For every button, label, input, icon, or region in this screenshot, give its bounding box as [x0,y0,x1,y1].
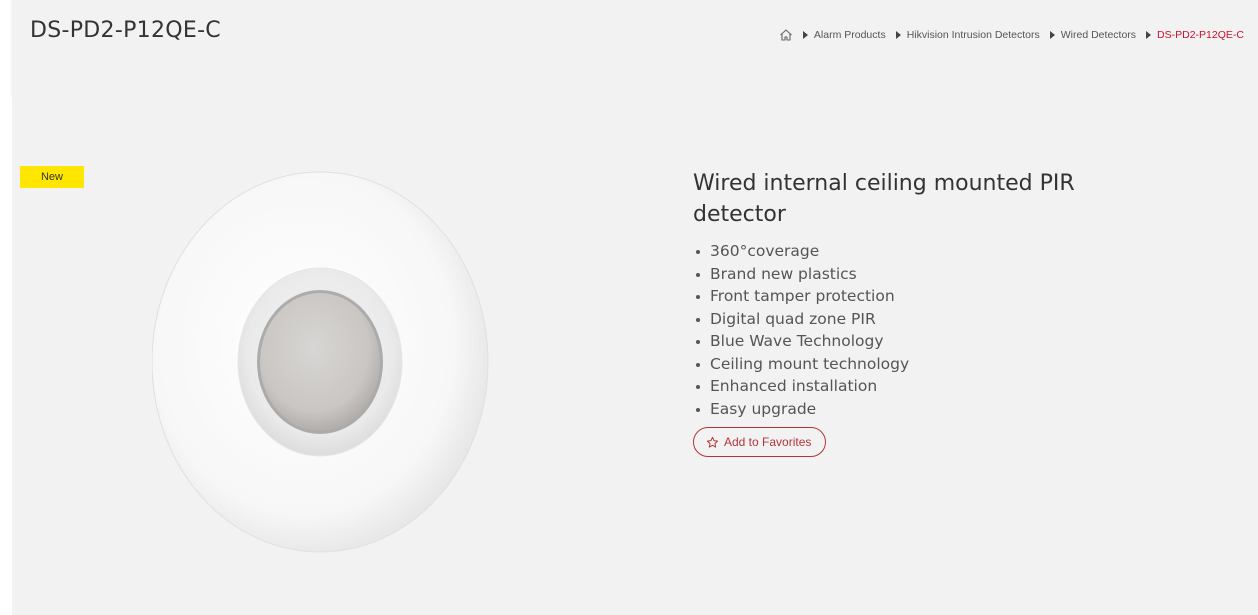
new-badge: New [20,166,84,188]
product-section: New Wired internal ceiling mounted PIR d… [12,96,1258,615]
breadcrumb-arrow-icon [895,31,901,39]
feature-list: 360°coverage Brand new plastics Front ta… [693,240,1123,420]
feature-item: Enhanced installation [693,375,1123,398]
product-info: Wired internal ceiling mounted PIR detec… [693,168,1123,457]
page-title: DS-PD2-P12QE-C [30,18,221,43]
breadcrumb-current: DS-PD2-P12QE-C [1157,29,1244,41]
breadcrumb-arrow-icon [1146,31,1152,39]
star-icon [706,436,719,449]
feature-item: Easy upgrade [693,398,1123,421]
breadcrumb-arrow-icon [1049,31,1055,39]
product-image [151,166,492,556]
home-icon[interactable] [779,28,793,42]
breadcrumb-arrow-icon [802,31,808,39]
feature-item: Ceiling mount technology [693,353,1123,376]
feature-item: Brand new plastics [693,263,1123,286]
breadcrumb-link-alarm-products[interactable]: Alarm Products [814,29,886,41]
feature-item: Blue Wave Technology [693,330,1123,353]
page-header: DS-PD2-P12QE-C Alarm Products Hikvision … [12,0,1258,96]
add-to-favorites-label: Add to Favorites [724,435,812,449]
add-to-favorites-button[interactable]: Add to Favorites [693,427,827,457]
breadcrumb: Alarm Products Hikvision Intrusion Detec… [779,28,1244,42]
feature-item: Digital quad zone PIR [693,308,1123,331]
product-heading: Wired internal ceiling mounted PIR detec… [693,171,1075,227]
feature-item: 360°coverage [693,240,1123,263]
page: DS-PD2-P12QE-C Alarm Products Hikvision … [0,0,1258,615]
breadcrumb-link-wired-detectors[interactable]: Wired Detectors [1061,29,1136,41]
breadcrumb-link-intrusion-detectors[interactable]: Hikvision Intrusion Detectors [907,29,1040,41]
feature-item: Front tamper protection [693,285,1123,308]
